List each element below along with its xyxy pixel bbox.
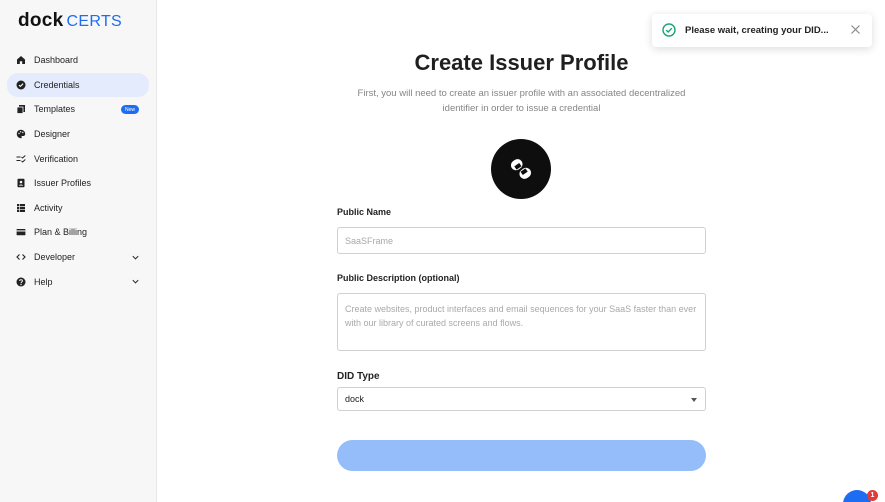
- caret-down-icon: [691, 398, 697, 402]
- toast-message: Please wait, creating your DID...: [685, 25, 829, 36]
- sidebar-nav: Dashboard Credentials Templates New Desi…: [7, 48, 149, 294]
- brand-name-part1: dock: [18, 10, 64, 31]
- public-description-input[interactable]: [337, 293, 706, 351]
- sidebar-item-designer[interactable]: Designer: [7, 122, 149, 147]
- sidebar-item-label: Developer: [34, 252, 76, 263]
- code-icon: [16, 252, 26, 262]
- did-type-label: DID Type: [337, 371, 380, 382]
- sidebar-item-plan-billing[interactable]: Plan & Billing: [7, 220, 149, 245]
- public-name-label: Public Name: [337, 207, 392, 217]
- brand-logo[interactable]: dock CERTS: [18, 10, 122, 32]
- public-name-input[interactable]: [337, 227, 706, 254]
- did-type-value: dock: [345, 394, 365, 404]
- help-icon: [16, 277, 26, 287]
- sidebar-item-label: Designer: [34, 129, 71, 140]
- did-type-select[interactable]: dock: [337, 387, 706, 411]
- sidebar-item-verification[interactable]: Verification: [7, 146, 149, 171]
- sidebar-item-label: Help: [34, 276, 53, 287]
- checklist-icon: [16, 154, 26, 164]
- public-description-label: Public Description (optional): [337, 273, 460, 283]
- sidebar-item-templates[interactable]: Templates New: [7, 97, 149, 122]
- sidebar-item-credentials[interactable]: Credentials: [7, 72, 149, 98]
- chevron-down-icon[interactable]: [131, 253, 140, 262]
- new-badge: New: [121, 105, 140, 115]
- chevron-down-icon[interactable]: [131, 277, 140, 286]
- sidebar-item-label: Plan & Billing: [34, 227, 88, 238]
- page-subtitle: First, you will need to create an issuer…: [357, 88, 686, 114]
- sidebar-item-label: Verification: [34, 153, 79, 164]
- check-circle-icon: [662, 23, 676, 37]
- sidebar-item-dashboard[interactable]: Dashboard: [7, 48, 149, 73]
- sidebar-item-issuer-profiles[interactable]: Issuer Profiles: [7, 171, 149, 196]
- issuer-logo[interactable]: [491, 139, 551, 199]
- chat-notification-badge: 1: [867, 490, 878, 501]
- saasframe-logo-icon: [510, 159, 532, 179]
- list-icon: [16, 203, 26, 213]
- sidebar-item-label: Credentials: [34, 79, 80, 90]
- sidebar-item-label: Issuer Profiles: [34, 178, 92, 189]
- palette-icon: [16, 129, 26, 139]
- submit-button[interactable]: [337, 440, 706, 471]
- sidebar-item-label: Templates: [34, 104, 76, 115]
- verified-badge-icon: [16, 80, 26, 90]
- sidebar-item-help[interactable]: Help: [7, 269, 149, 294]
- copy-icon: [16, 104, 26, 115]
- sidebar: dock CERTS Dashboard Credentials Templat…: [0, 0, 157, 502]
- main-content: Create Issuer Profile First, you will ne…: [158, 0, 885, 502]
- close-icon[interactable]: [850, 24, 861, 35]
- page-title: Create Issuer Profile: [414, 50, 629, 75]
- contact-icon: [16, 178, 26, 188]
- sidebar-item-label: Dashboard: [34, 55, 79, 66]
- card-icon: [16, 227, 26, 237]
- home-icon: [16, 55, 26, 65]
- brand-name-part2: CERTS: [66, 13, 122, 30]
- sidebar-item-activity[interactable]: Activity: [7, 196, 149, 221]
- sidebar-item-developer[interactable]: Developer: [7, 245, 149, 270]
- sidebar-item-label: Activity: [34, 202, 63, 213]
- toast-notification: Please wait, creating your DID...: [652, 14, 872, 47]
